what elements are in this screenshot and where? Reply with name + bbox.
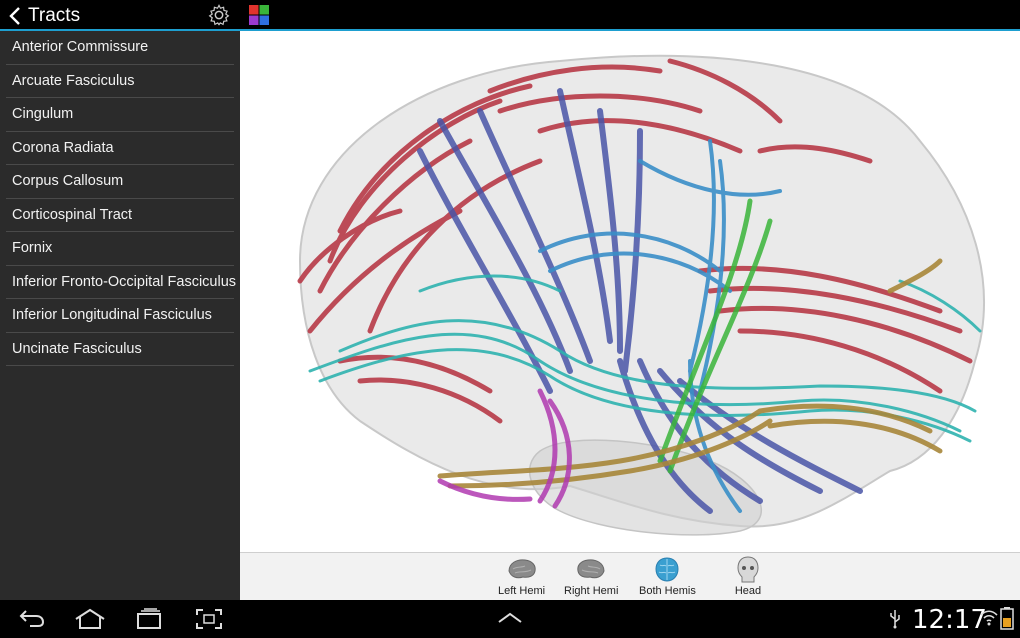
- list-item-inferior-longitudinal-fasciculus[interactable]: Inferior Longitudinal Fasciculus: [0, 299, 240, 333]
- left-hemi-button[interactable]: Left Hemi: [498, 555, 545, 597]
- app-root: Tracts Anterior Commissure Arcuate Fasci…: [0, 0, 1020, 638]
- both-hemis-button[interactable]: Both Hemis: [639, 555, 696, 597]
- view-toolbar: Left Hemi Right Hemi Both Hemis Head: [240, 552, 1020, 600]
- back-button[interactable]: Tracts: [8, 4, 80, 28]
- list-item-corpus-callosum[interactable]: Corpus Callosum: [0, 165, 240, 199]
- right-hemi-button[interactable]: Right Hemi: [564, 555, 618, 597]
- brain-3d-viewer[interactable]: [240, 31, 1020, 552]
- page-title: Tracts: [28, 5, 81, 26]
- both-hemispheres-icon: [655, 557, 679, 582]
- action-bar: Tracts: [0, 0, 1020, 31]
- list-item-arcuate-fasciculus[interactable]: Arcuate Fasciculus: [0, 65, 240, 99]
- screenshot-icon[interactable]: [195, 608, 223, 630]
- list-item-cingulum[interactable]: Cingulum: [0, 98, 240, 132]
- head-label: Head: [734, 585, 762, 597]
- left-hemi-label: Left Hemi: [498, 585, 546, 597]
- tracts-list: Anterior Commissure Arcuate Fasciculus C…: [0, 31, 240, 600]
- color-palette-icon[interactable]: [249, 5, 269, 25]
- list-item-corticospinal-tract[interactable]: Corticospinal Tract: [0, 199, 240, 233]
- usb-icon: [890, 610, 900, 629]
- battery-icon: [1000, 607, 1014, 630]
- list-item-inferior-fronto-occipital-fasciculus[interactable]: Inferior Fronto-Occipital Fasciculus: [0, 266, 240, 300]
- list-item-fornix[interactable]: Fornix: [0, 232, 240, 266]
- chevron-left-icon: [9, 7, 20, 25]
- head-icon: [737, 556, 759, 583]
- list-item-anterior-commissure[interactable]: Anterior Commissure: [0, 31, 240, 65]
- left-hemisphere-icon: [508, 559, 536, 579]
- gear-icon[interactable]: [208, 4, 230, 26]
- home-icon[interactable]: [74, 608, 106, 630]
- right-hemisphere-icon: [577, 559, 605, 579]
- wifi-icon: [980, 610, 998, 626]
- system-nav-bar: 12:17: [0, 600, 1020, 638]
- list-item-corona-radiata[interactable]: Corona Radiata: [0, 132, 240, 166]
- up-chevron-icon[interactable]: [497, 612, 523, 624]
- right-hemi-label: Right Hemi: [564, 585, 619, 597]
- both-hemis-label: Both Hemis: [639, 585, 696, 597]
- clock: 12:17: [912, 605, 987, 635]
- head-button[interactable]: Head: [731, 555, 765, 597]
- back-icon[interactable]: [18, 608, 46, 628]
- recent-apps-icon[interactable]: [135, 608, 163, 630]
- brain-tractography-render[interactable]: [240, 31, 1020, 552]
- list-item-uncinate-fasciculus[interactable]: Uncinate Fasciculus: [0, 333, 240, 367]
